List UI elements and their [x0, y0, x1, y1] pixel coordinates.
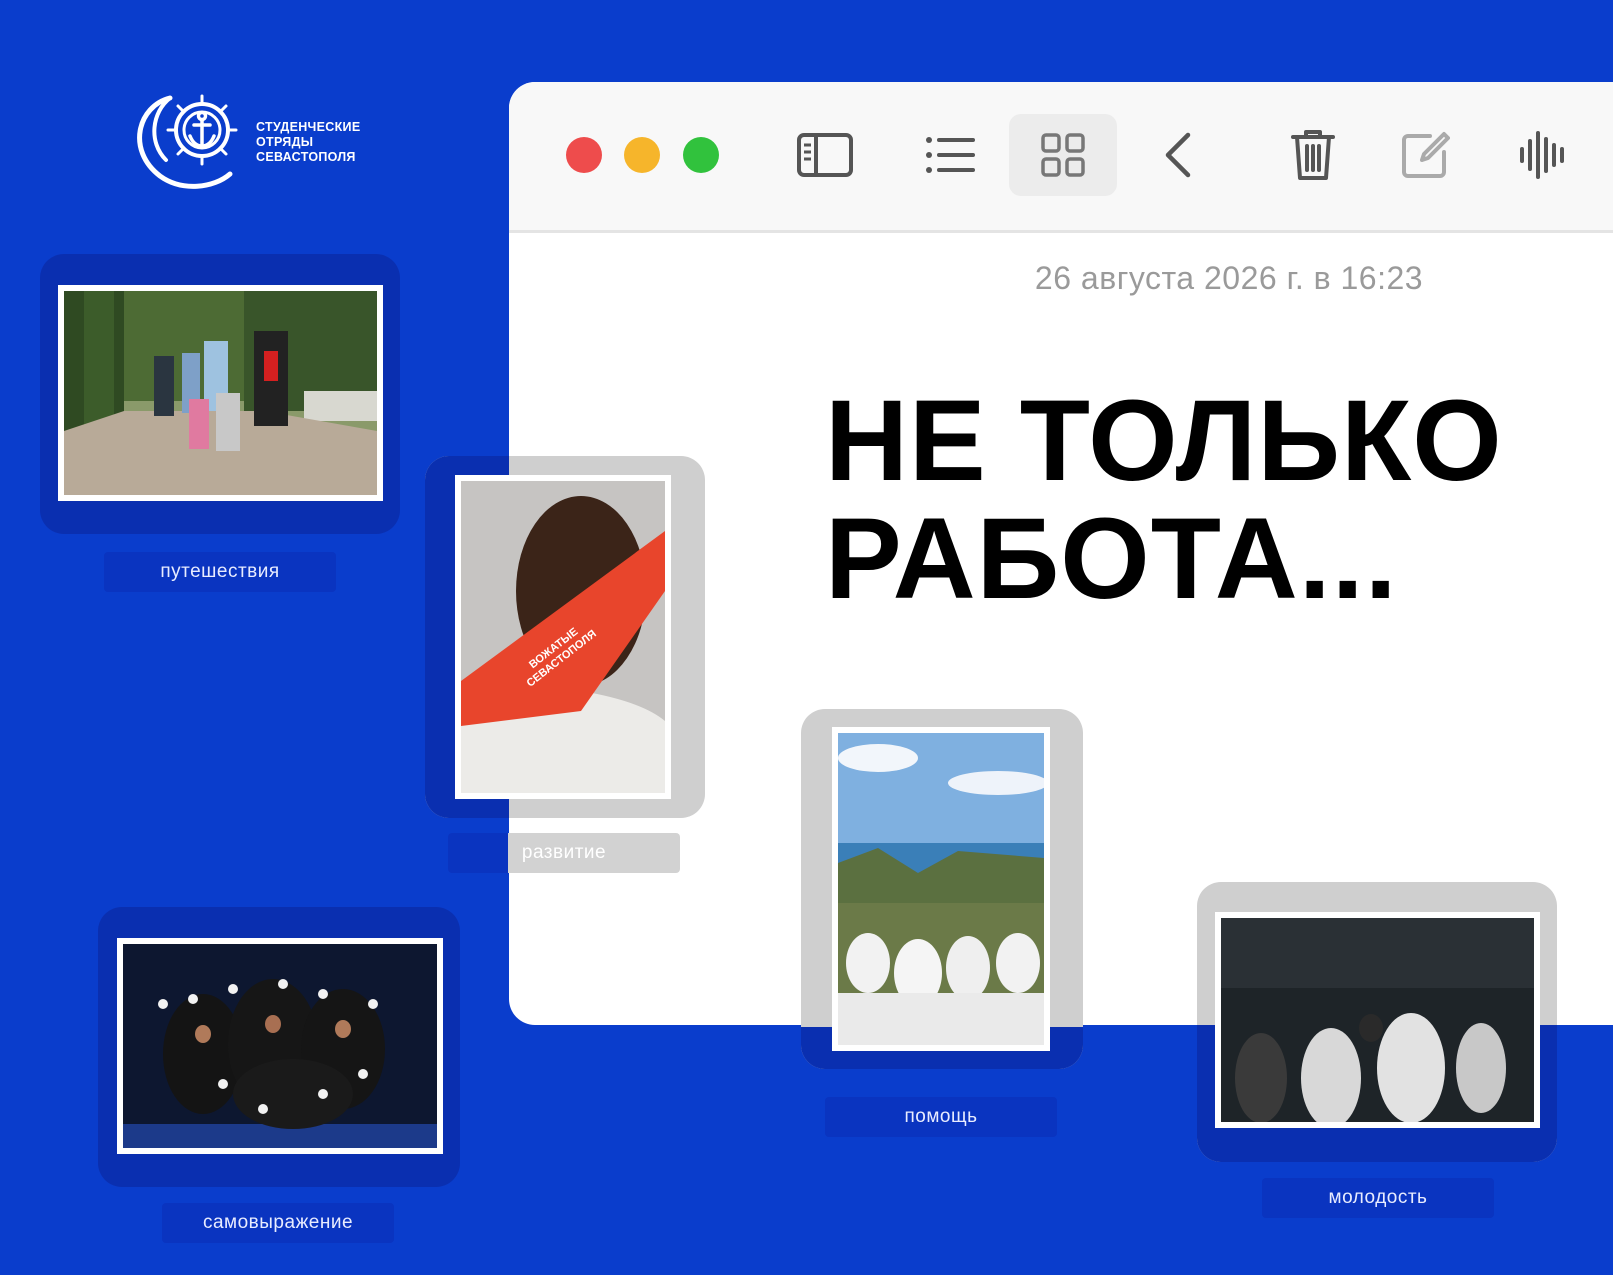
brand-line-3: СЕВАСТОПОЛЯ: [256, 149, 356, 164]
zoom-window-button[interactable]: [683, 137, 719, 173]
gallery-view-button[interactable]: [1009, 114, 1117, 196]
photo-frame-development[interactable]: ВОЖАТЫЕ СЕВАСТОПОЛЯ: [455, 475, 671, 799]
photo-expression: [123, 944, 437, 1148]
caption-travel: путешествия: [104, 552, 336, 592]
compose-icon: [1400, 130, 1450, 180]
headline-line-2: РАБОТА...: [825, 495, 1398, 623]
caption-development: развитие: [448, 833, 680, 873]
window-toolbar: [509, 82, 1613, 233]
delete-button[interactable]: [1259, 114, 1367, 196]
audio-button[interactable]: [1489, 114, 1597, 196]
brand-logo: СТУДЕНЧЕСКИЕ ОТРЯДЫ СЕВАСТОПОЛЯ: [130, 92, 360, 192]
back-button[interactable]: [1124, 114, 1232, 196]
minimize-window-button[interactable]: [624, 137, 660, 173]
compose-button[interactable]: [1371, 114, 1479, 196]
brand-line-2: ОТРЯДЫ: [256, 134, 314, 149]
sidebar-icon: [796, 132, 854, 178]
photo-frame-help[interactable]: [832, 727, 1050, 1051]
anchor-helm-icon: [130, 92, 240, 192]
caption-expression: самовыражение: [162, 1203, 394, 1243]
audio-wave-icon: [1518, 129, 1568, 181]
photo-youth: [1221, 918, 1534, 1122]
grid-icon: [1040, 132, 1086, 178]
photo-frame-travel[interactable]: [58, 285, 383, 501]
photo-frame-youth[interactable]: [1215, 912, 1540, 1128]
photo-travel: [64, 291, 377, 495]
note-headline: НЕ ТОЛЬКО РАБОТА...: [825, 382, 1545, 618]
photo-help: [838, 733, 1044, 1045]
brand-line-1: СТУДЕНЧЕСКИЕ: [256, 119, 361, 134]
caption-help: помощь: [825, 1097, 1057, 1137]
photo-frame-expression[interactable]: [117, 938, 443, 1154]
note-date: 26 августа 2026 г. в 16:23: [1034, 260, 1424, 296]
sidebar-toggle-button[interactable]: [771, 114, 879, 196]
brand-name: СТУДЕНЧЕСКИЕ ОТРЯДЫ СЕВАСТОПОЛЯ: [256, 120, 360, 165]
photo-development: ВОЖАТЫЕ СЕВАСТОПОЛЯ: [461, 481, 665, 793]
back-icon: [1163, 132, 1193, 178]
close-window-button[interactable]: [566, 137, 602, 173]
headline-line-1: НЕ ТОЛЬКО: [825, 377, 1503, 505]
list-icon: [925, 135, 977, 175]
caption-youth: молодость: [1262, 1178, 1494, 1218]
trash-icon: [1291, 128, 1335, 182]
list-view-button[interactable]: [897, 114, 1005, 196]
